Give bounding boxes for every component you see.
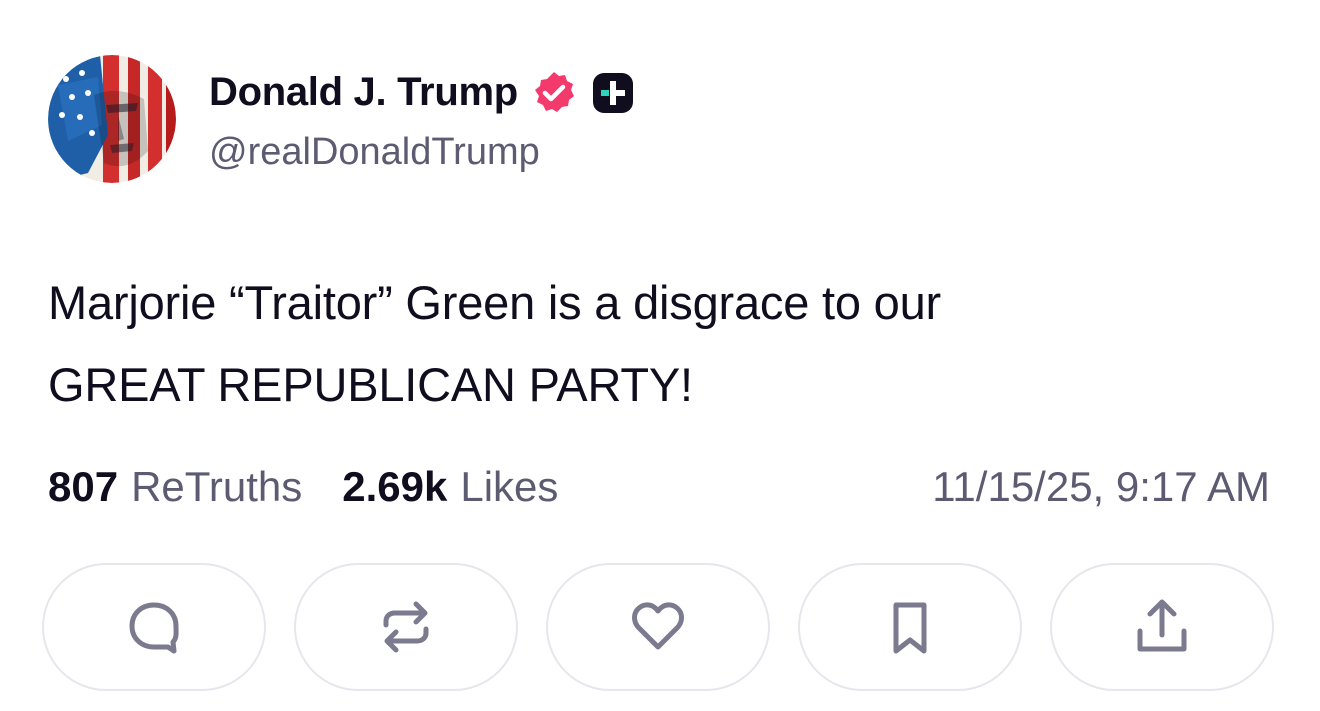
post-stats: 807 ReTruths 2.69k Likes 11/15/25, 9:17 … [48,458,1270,516]
speech-bubble-icon [129,602,179,654]
heart-icon [632,602,684,650]
post-text: Marjorie “Traitor” Green is a disgrace t… [48,262,1278,426]
like-button[interactable] [546,563,770,691]
bookmark-icon [893,602,927,654]
avatar[interactable] [48,55,176,183]
author-handle[interactable]: @realDonaldTrump [209,131,635,174]
verified-badge-icon [530,69,578,117]
likes-label: Likes [460,463,559,510]
post-text-line: Marjorie “Traitor” Green is a disgrace t… [48,276,941,329]
retruths-label: ReTruths [131,463,303,510]
post-header: Donald J. Trump @realDonaldTrump [48,55,635,183]
truth-plus-badge-icon [591,71,635,115]
likes-stat[interactable]: 2.69k Likes [342,463,558,511]
post-timestamp: 11/15/25, 9:17 AM [932,463,1270,510]
display-name[interactable]: Donald J. Trump [209,70,518,115]
action-bar [42,563,1274,691]
truth-post: Donald J. Trump @realDonaldTrump Marjori… [0,0,1320,711]
retruths-count: 807 [48,463,119,510]
likes-count: 2.69k [342,463,448,510]
author-info: Donald J. Trump @realDonaldTrump [209,65,635,174]
retruths-stat[interactable]: 807 ReTruths [48,463,302,511]
reply-button[interactable] [42,563,266,691]
post-text-line: GREAT REPUBLICAN PARTY! [48,358,693,411]
name-row: Donald J. Trump [209,65,635,121]
repost-arrows-icon [383,601,429,653]
bookmark-button[interactable] [798,563,1022,691]
share-upload-icon [1137,599,1187,652]
share-button[interactable] [1050,563,1274,691]
retruth-button[interactable] [294,563,518,691]
